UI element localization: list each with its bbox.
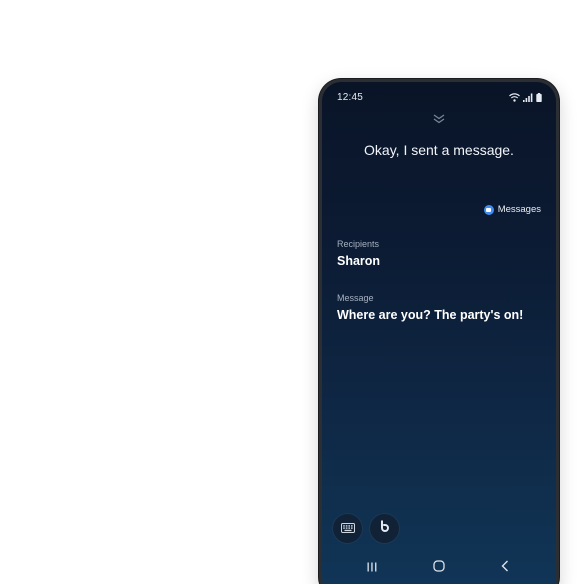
stage: 12:45 Okay, I sent a message. Messages R… [0,0,584,584]
recents-button[interactable] [364,560,380,576]
status-time: 12:45 [337,92,364,103]
battery-icon [536,93,542,102]
recipients-value: Sharon [337,254,381,268]
wifi-icon [509,93,520,102]
bixby-button[interactable] [370,514,399,543]
status-icons [509,92,542,102]
phone-screen: 12:45 Okay, I sent a message. Messages R… [322,82,556,584]
home-icon [433,559,445,577]
keyboard-button[interactable] [333,514,362,543]
back-button[interactable] [497,560,513,576]
home-button[interactable] [431,560,447,576]
message-value: Where are you? The party's on! [337,308,524,322]
phone-frame: 12:45 Okay, I sent a message. Messages R… [319,79,559,584]
recents-icon [366,559,378,577]
bixby-icon [378,519,392,538]
messages-app-chip[interactable]: Messages [483,204,541,215]
recipients-label: Recipients [337,239,380,249]
assistant-response: Okay, I sent a message. [364,142,514,158]
message-label: Message [337,293,374,303]
signal-icon [523,93,533,102]
messages-app-icon [483,204,494,215]
collapse-chevron-icon[interactable] [432,112,446,124]
input-buttons [333,514,399,543]
back-icon [500,559,510,577]
messages-app-label: Messages [497,204,541,215]
status-bar: 12:45 [322,82,556,114]
keyboard-icon [340,520,355,538]
navigation-bar [322,558,556,578]
